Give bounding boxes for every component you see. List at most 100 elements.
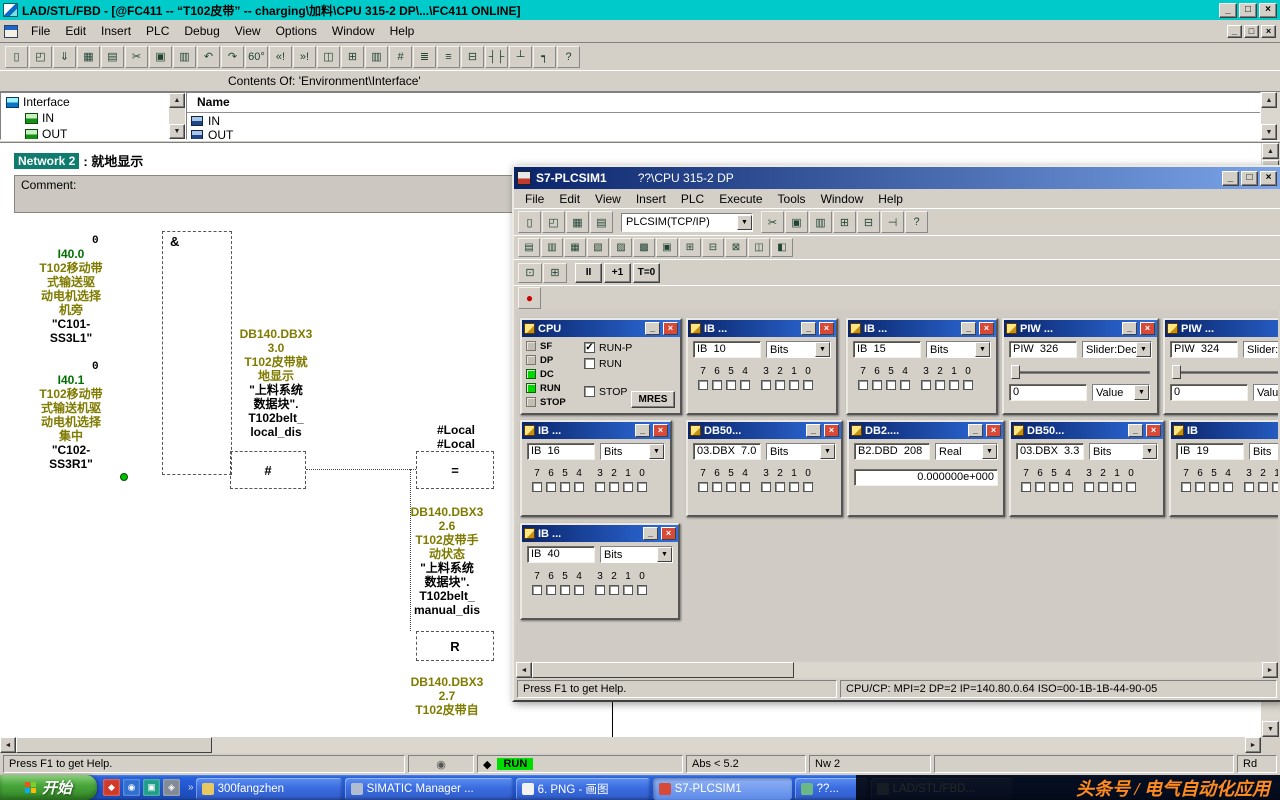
menu-insert[interactable]: Insert — [629, 190, 673, 208]
save-icon[interactable]: ▦ — [77, 46, 100, 68]
scroll-right-icon[interactable]: ► — [1245, 737, 1261, 753]
dropdown-arrow-icon[interactable]: ▼ — [975, 342, 990, 357]
next-error-icon[interactable]: »! — [293, 46, 316, 68]
slider-thumb[interactable] — [1011, 365, 1020, 379]
scroll-right-icon[interactable]: ► — [1262, 662, 1278, 678]
address-input[interactable]: 03.DBX 3.3 — [1016, 443, 1084, 460]
help-icon[interactable]: ? — [905, 211, 928, 233]
bit-checkbox[interactable] — [1272, 482, 1278, 492]
insert-window-icon[interactable]: ⊞ — [833, 211, 856, 233]
cut-icon[interactable]: ✂ — [761, 211, 784, 233]
network-new-icon[interactable]: ⊟ — [461, 46, 484, 68]
address-input[interactable]: IB 16 — [527, 443, 595, 460]
slider-thumb[interactable] — [1172, 365, 1181, 379]
close-button[interactable]: × — [986, 424, 1001, 437]
bit-checkbox[interactable] — [726, 380, 736, 390]
minimize-button[interactable]: _ — [645, 322, 660, 335]
bit-checkbox[interactable] — [637, 585, 647, 595]
var-window-db503-dbx7-0[interactable]: DB50... _ × 03.DBX 7.0 Bits ▼ 76543210 — [686, 420, 843, 517]
scan-mode-b-icon[interactable]: ⊞ — [543, 263, 567, 283]
copy-icon[interactable]: ▣ — [785, 211, 808, 233]
bit-checkbox[interactable] — [698, 482, 708, 492]
bit-checkbox[interactable] — [1258, 482, 1268, 492]
tree-scrollbar[interactable]: ▲ ▼ — [169, 93, 185, 139]
tree-item-in[interactable]: IN — [1, 109, 185, 125]
address-input[interactable]: 03.DBX 7.0 — [693, 443, 761, 460]
cut-icon[interactable]: ✂ — [125, 46, 148, 68]
reset-timers-button[interactable]: T=0 — [633, 263, 660, 283]
quick-launch-icon-4[interactable]: ◈ — [163, 779, 180, 796]
close-button[interactable]: × — [1140, 322, 1155, 335]
mdi-child-icon[interactable] — [4, 25, 18, 38]
menu-tools[interactable]: Tools — [771, 190, 813, 208]
menu-view[interactable]: View — [588, 190, 628, 208]
bit-checkbox[interactable] — [1098, 482, 1108, 492]
bit-checkbox[interactable] — [935, 380, 945, 390]
bit-checkbox[interactable] — [775, 482, 785, 492]
bit-checkbox[interactable] — [900, 380, 910, 390]
var-window-titlebar[interactable]: DB50... _ × — [688, 422, 841, 439]
var-window-titlebar[interactable]: IB ... _ × — [688, 320, 836, 337]
symbol-table-icon[interactable]: ▥ — [365, 46, 388, 68]
insert-block-regs-icon[interactable]: ⊟ — [702, 238, 724, 257]
column-header-name[interactable]: Name — [187, 93, 1260, 113]
quick-launch-icon-3[interactable]: ▣ — [143, 779, 160, 796]
bit-checkbox[interactable] — [1126, 482, 1136, 492]
network-header[interactable]: Network 2 : 就地显示 — [14, 151, 143, 170]
mdi-restore-button[interactable]: □ — [1244, 25, 1259, 38]
bit-checkbox[interactable] — [1244, 482, 1254, 492]
slider-track[interactable] — [1172, 371, 1278, 374]
var-window-ib40[interactable]: IB ... _ × IB 40 Bits ▼ 76543210 — [520, 523, 680, 620]
menu-view[interactable]: View — [228, 22, 268, 40]
tile-windows-icon[interactable]: ⊟ — [857, 211, 880, 233]
format-select[interactable]: Bits ▼ — [600, 443, 665, 460]
quick-launch-icon-2[interactable]: ◉ — [123, 779, 140, 796]
maximize-button[interactable]: □ — [1241, 171, 1258, 186]
bit-checkbox[interactable] — [803, 482, 813, 492]
new-icon[interactable]: ▯ — [5, 46, 28, 68]
bit-checkbox[interactable] — [623, 482, 633, 492]
menu-edit[interactable]: Edit — [58, 22, 93, 40]
var-window-ib19[interactable]: IB _ × IB 19 Bits ▼ 76543210 — [1169, 420, 1278, 517]
scan-mode-a-icon[interactable]: ⊡ — [518, 263, 542, 283]
var-window-titlebar[interactable]: IB ... _ × — [522, 525, 678, 542]
plcsim-titlebar[interactable]: S7-PLCSIM1 ??\CPU 315-2 DP _ □ × — [514, 167, 1280, 189]
minimize-button[interactable]: _ — [1219, 3, 1237, 18]
task-300fangzhen[interactable]: 300fangzhen — [196, 778, 342, 800]
lad-contact-i40-1[interactable]: I40.1T102移动带式输送机驱动电机选择集中"C102-SS3R1" — [26, 373, 116, 471]
insert-accu-icon[interactable]: ⊞ — [679, 238, 701, 257]
cpu-window-titlebar[interactable]: CPU _ × — [522, 320, 680, 337]
menu-insert[interactable]: Insert — [94, 22, 138, 40]
format-select[interactable]: Slider:Dec ▼ — [1082, 341, 1152, 358]
lad-op-box-hash[interactable]: # — [230, 451, 306, 489]
horizontal-scrollbar[interactable]: ◄ ► — [0, 737, 1261, 753]
insert-timer-icon[interactable]: ▧ — [587, 238, 609, 257]
bit-checkbox[interactable] — [949, 380, 959, 390]
var-window-titlebar[interactable]: DB50... _ × — [1011, 422, 1163, 439]
scroll-thumb[interactable] — [16, 737, 212, 753]
bit-checkbox[interactable] — [740, 482, 750, 492]
bit-checkbox[interactable] — [1181, 482, 1191, 492]
copy-icon[interactable]: ▣ — [149, 46, 172, 68]
paste-icon[interactable]: ▥ — [173, 46, 196, 68]
checkbox-box[interactable]: ✓ — [584, 358, 595, 369]
bit-checkbox[interactable] — [609, 585, 619, 595]
insert-vertical-bits-icon[interactable]: ▣ — [656, 238, 678, 257]
bit-checkbox[interactable] — [546, 482, 556, 492]
bit-checkbox[interactable] — [609, 482, 619, 492]
split-window-icon[interactable]: ◫ — [317, 46, 340, 68]
bit-checkbox[interactable] — [1209, 482, 1219, 492]
scroll-track[interactable] — [794, 662, 1262, 678]
bit-checkbox[interactable] — [712, 482, 722, 492]
plcsim-window[interactable]: S7-PLCSIM1 ??\CPU 315-2 DP _ □ × FileEdi… — [512, 165, 1280, 702]
dropdown-arrow-icon[interactable]: ▼ — [1134, 385, 1149, 400]
minimize-button[interactable]: _ — [968, 424, 983, 437]
var-window-titlebar[interactable]: PIW ... _ × — [1165, 320, 1278, 337]
main-titlebar[interactable]: LAD/STL/FBD - [@FC411 -- “T102皮带” -- cha… — [0, 0, 1280, 20]
minimize-button[interactable]: _ — [1222, 171, 1239, 186]
insert-input-icon[interactable]: ▤ — [518, 238, 540, 257]
declaration-scrollbar[interactable]: ▲ ▼ — [1261, 92, 1280, 140]
minimize-button[interactable]: _ — [801, 322, 816, 335]
insert-stacks-icon[interactable]: ⊠ — [725, 238, 747, 257]
address-info-icon[interactable]: # — [389, 46, 412, 68]
